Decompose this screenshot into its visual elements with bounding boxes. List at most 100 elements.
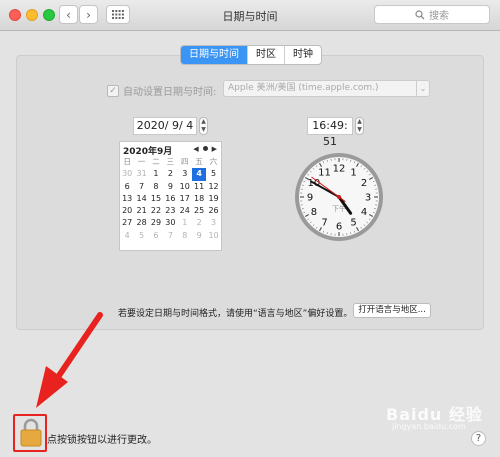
calendar-day[interactable]: 29 [149,217,163,229]
calendar-day[interactable]: 4 [120,230,134,242]
calendar-week: 4 5 6 7 8 9 10 [120,230,223,242]
weekday-label: 六 [209,157,218,166]
calendar-day[interactable]: 8 [178,230,192,242]
calendar-day[interactable]: 24 [178,205,192,217]
calendar-day[interactable]: 2 [192,217,206,229]
tab-time-zone[interactable]: 时区 [248,46,285,64]
format-hint-text: 若要设定日期与时间格式，请使用“语言与地区”偏好设置。 [118,309,353,319]
calendar-day[interactable]: 15 [149,193,163,205]
weekday-label: 二 [152,157,160,166]
prev-month-icon[interactable]: ◀ [193,145,198,153]
calendar-day[interactable]: 8 [149,181,163,193]
chevron-left-icon: ‹ [66,7,71,22]
calendar-day[interactable]: 14 [134,193,148,205]
search-field[interactable]: 搜索 [374,5,490,24]
lock-instruction-text: 点按锁按钮以进行更改。 [47,435,157,446]
clock-number: 6 [336,222,342,233]
calendar-week: 30 31 1 2 3 4 5 [120,168,223,181]
auto-set-row: ✓ 自动设置日期与时间: [107,83,216,98]
clock-number: 1 [350,167,356,178]
calendar-day[interactable]: 2 [163,168,177,180]
clock-number: 4 [361,207,367,218]
tab-date-time[interactable]: 日期与时间 [181,46,248,64]
clock-number: 11 [318,167,331,178]
weekday-label: 三 [166,157,175,166]
next-month-icon[interactable]: ▶ [212,145,217,153]
window-title: 日期与时间 [222,10,278,23]
calendar-day[interactable]: 6 [120,181,134,193]
calendar-day[interactable]: 3 [206,217,220,229]
chevron-right-icon: › [86,7,91,22]
calendar-day[interactable]: 17 [178,193,192,205]
calendar-day[interactable]: 10 [206,230,220,242]
time-server-select[interactable]: Apple 美洲/美国 (time.apple.com.) ⌄ [223,80,430,97]
calendar-day[interactable]: 3 [178,168,192,180]
calendar-week: 13 14 15 16 17 18 19 [120,193,223,205]
weekday-label: 五 [195,157,203,166]
clock-number: 7 [321,218,327,229]
tab-clock[interactable]: 时钟 [285,46,321,64]
time-field[interactable]: 16:49: 51 [307,117,353,148]
calendar: 2020年9月 ◀ ▶ 日一二三四五六 30 31 1 2 3 4 5 6 7 8 9 10 11 12 13… [119,141,222,251]
calendar-day[interactable]: 28 [134,217,148,229]
calendar-day[interactable]: 23 [163,205,177,217]
calendar-day[interactable]: 5 [206,168,220,180]
calendar-day[interactable]: 7 [163,230,177,242]
calendar-day[interactable]: 21 [134,205,148,217]
search-icon [415,9,425,19]
calendar-day[interactable]: 1 [149,168,163,180]
auto-set-label: 自动设置日期与时间: [123,87,217,98]
back-button[interactable]: ‹ [59,5,78,24]
calendar-day[interactable]: 10 [178,181,192,193]
calendar-day[interactable]: 20 [120,205,134,217]
clock-number: 8 [311,207,317,218]
calendar-day[interactable]: 4 [191,168,207,181]
date-field[interactable]: 2020/ 9/ 4 [133,117,197,135]
show-all-button[interactable] [106,5,130,24]
calendar-day[interactable]: 16 [163,193,177,205]
calendar-day[interactable]: 25 [192,205,206,217]
calendar-day[interactable]: 26 [206,205,220,217]
calendar-week: 20 21 22 23 24 25 26 [120,205,223,217]
calendar-day[interactable]: 30 [120,168,134,180]
close-window-button[interactable] [9,9,21,21]
lock-icon[interactable] [19,417,43,447]
calendar-day[interactable]: 30 [163,217,177,229]
open-language-region-button[interactable]: 打开语言与地区... [353,303,431,318]
calendar-day[interactable]: 27 [120,217,134,229]
clock-number: 2 [361,178,367,189]
calendar-week: 6 7 8 9 10 11 12 [120,181,223,193]
weekday-label: 日 [123,157,131,166]
calendar-day[interactable]: 31 [134,168,148,180]
calendar-day[interactable]: 13 [120,193,134,205]
calendar-day[interactable]: 1 [178,217,192,229]
today-dot-icon[interactable] [202,146,208,151]
calendar-day[interactable]: 9 [192,230,206,242]
date-stepper[interactable]: ▲ ▼ [199,117,208,135]
calendar-day[interactable]: 11 [192,181,206,193]
minimize-window-button[interactable] [26,9,38,21]
clock-number: 9 [307,193,313,204]
chevron-down-icon: ⌄ [416,81,429,96]
calendar-day[interactable]: 9 [163,181,177,193]
calendar-week: 27 28 29 30 1 2 3 [120,217,223,229]
calendar-day[interactable]: 5 [134,230,148,242]
calendar-day[interactable]: 18 [192,193,206,205]
time-stepper[interactable]: ▲ ▼ [355,117,364,135]
calendar-day[interactable]: 19 [206,193,220,205]
weekday-label: 一 [137,157,146,166]
weekday-header: 日一二三四五六 [120,156,223,168]
auto-set-checkbox[interactable]: ✓ [107,84,119,97]
forward-button[interactable]: › [79,5,98,24]
calendar-day[interactable]: 12 [206,181,220,193]
zoom-window-button[interactable] [43,9,55,21]
calendar-nav: ◀ ▶ [193,145,217,153]
time-server-value: Apple 美洲/美国 (time.apple.com.) [228,83,379,93]
calendar-day[interactable]: 6 [149,230,163,242]
tab-bar: 日期与时间 时区 时钟 [180,45,322,65]
weekday-label: 四 [181,157,189,166]
help-button[interactable]: ? [471,431,486,446]
analog-clock: 121234567891011下午 [295,153,383,241]
calendar-day[interactable]: 22 [149,205,163,217]
calendar-day[interactable]: 7 [134,181,148,193]
